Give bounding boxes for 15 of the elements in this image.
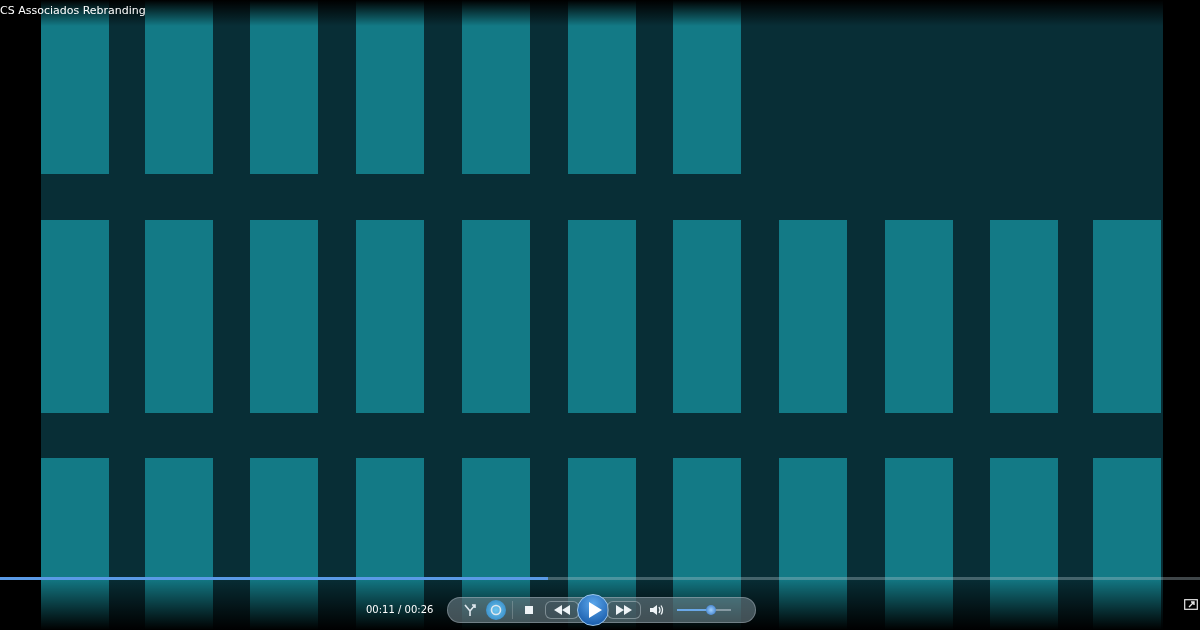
window-title: CS Associados Rebranding (0, 4, 146, 17)
fast-forward-button[interactable] (607, 601, 641, 619)
stop-icon (524, 605, 534, 615)
fullscreen-icon (1184, 599, 1198, 610)
play-icon (587, 602, 602, 618)
shuffle-icon (463, 603, 477, 617)
fast-forward-icon (616, 605, 632, 615)
speaker-icon (649, 604, 665, 616)
rewind-icon (554, 605, 570, 615)
time-display: 00:11 / 00:26 (366, 604, 434, 615)
fullscreen-button[interactable] (1183, 598, 1199, 611)
volume-thumb[interactable] (706, 605, 716, 615)
seek-bar[interactable] (0, 577, 1200, 580)
rewind-button[interactable] (545, 601, 579, 619)
repeat-icon (489, 603, 503, 617)
